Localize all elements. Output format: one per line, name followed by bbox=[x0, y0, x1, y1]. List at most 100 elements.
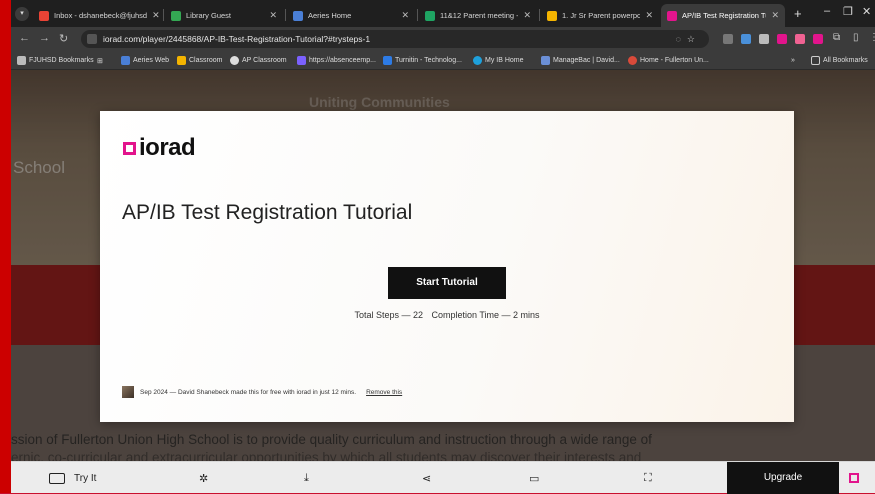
classroom-icon bbox=[177, 56, 186, 65]
credit-text: Sep 2024 — David Shanebeck made this for… bbox=[140, 388, 357, 396]
iorad-icon bbox=[667, 10, 677, 21]
tab-aeries-home[interactable]: Aeries Home ✕ bbox=[287, 4, 415, 27]
tutorial-intro-card: iorad AP/IB Test Registration Tutorial S… bbox=[100, 111, 794, 422]
tutorial-stats: Total Steps — 22 Completion Time — 2 min… bbox=[100, 310, 794, 320]
bookmark-label: AP Classroom bbox=[242, 57, 287, 64]
bookmark-turnitin[interactable]: Turnitin - Technolog... bbox=[383, 54, 462, 67]
close-icon[interactable]: ✕ bbox=[152, 10, 160, 21]
omnibox-actions: ◌☆ bbox=[676, 30, 701, 48]
close-icon[interactable]: ✕ bbox=[771, 10, 779, 21]
ap-icon bbox=[230, 56, 239, 65]
split-icon[interactable]: ▯ bbox=[853, 32, 859, 43]
bookmark-classroom[interactable]: Classroom bbox=[177, 54, 222, 67]
slides-icon bbox=[547, 10, 557, 21]
tab-label: 1. Jr Sr Parent powerpoint bbox=[562, 11, 641, 20]
tab-library-guest[interactable]: Library Guest ✕ bbox=[165, 4, 283, 27]
iorad-logo: iorad bbox=[123, 134, 196, 161]
bookmark-my-ib-home[interactable]: My IB Home bbox=[473, 54, 524, 67]
iorad-logo-text: iorad bbox=[139, 134, 196, 161]
folder-icon bbox=[17, 56, 26, 65]
tab-iorad-active[interactable]: AP/IB Test Registration Tuto ✕ bbox=[661, 4, 785, 27]
download-icon[interactable]: ⤓ bbox=[304, 462, 309, 494]
close-icon[interactable]: ✕ bbox=[401, 10, 409, 21]
comment-icon[interactable]: ▭ bbox=[529, 462, 539, 494]
fullerton-icon bbox=[628, 56, 637, 65]
left-edge bbox=[0, 0, 11, 493]
bookmark-fullerton[interactable]: Home - Fullerton Un... bbox=[628, 54, 709, 67]
back-icon[interactable]: ← bbox=[19, 32, 30, 44]
tab-parent-meeting[interactable]: 11&12 Parent meeting - Goo ✕ bbox=[419, 4, 537, 27]
iorad-logo-square bbox=[123, 141, 136, 155]
bookmark-label: My IB Home bbox=[485, 57, 524, 64]
try-it-label: Try It bbox=[74, 472, 97, 484]
remove-credit-link[interactable]: Remove this bbox=[366, 389, 402, 396]
apps-grid-icon[interactable]: ⊞ bbox=[97, 54, 103, 67]
site-info-icon[interactable] bbox=[87, 34, 97, 44]
completion-time: Completion Time — 2 mins bbox=[431, 310, 540, 320]
forward-icon[interactable]: → bbox=[39, 32, 50, 44]
all-bookmarks[interactable]: All Bookmarks bbox=[811, 54, 868, 67]
bookmark-ap-classroom[interactable]: AP Classroom bbox=[230, 54, 287, 67]
iorad-badge-icon[interactable] bbox=[849, 473, 859, 483]
eye-off-icon[interactable]: ◌ bbox=[676, 34, 687, 44]
restore-icon[interactable]: ❐ bbox=[843, 5, 853, 18]
try-it-button[interactable]: Try It bbox=[49, 462, 96, 494]
extensions-puzzle-icon[interactable]: ⧉ bbox=[833, 32, 840, 43]
tab-strip: ▾ Inbox - dshanebeck@fjuhsd ✕ Library Gu… bbox=[11, 0, 875, 27]
bookmark-aeries-web[interactable]: Aeries Web bbox=[121, 54, 169, 67]
absence-icon bbox=[297, 56, 306, 65]
extension-icon[interactable] bbox=[759, 34, 769, 44]
star-icon[interactable]: ☆ bbox=[687, 34, 701, 44]
close-icon[interactable]: ✕ bbox=[645, 10, 653, 21]
tab-label: AP/IB Test Registration Tuto bbox=[682, 11, 767, 20]
tab-label: 11&12 Parent meeting - Goo bbox=[440, 11, 519, 20]
turnitin-icon bbox=[383, 56, 392, 65]
ib-icon bbox=[473, 56, 482, 65]
player-bottom-bar: Try It ✲ ⤓ ⋖ ▭ ⛶ Upgrade bbox=[11, 461, 875, 494]
bookmark-managebac[interactable]: ManageBac | David... bbox=[541, 54, 620, 67]
extension-icon[interactable] bbox=[795, 34, 805, 44]
tab-label: Aeries Home bbox=[308, 11, 352, 20]
new-tab-button[interactable]: + bbox=[794, 6, 802, 21]
address-bar[interactable]: iorad.com/player/2445868/AP-IB-Test-Regi… bbox=[81, 30, 709, 48]
author-credit: Sep 2024 — David Shanebeck made this for… bbox=[122, 386, 402, 398]
tab-label: Inbox - dshanebeck@fjuhsd bbox=[54, 11, 148, 20]
aeries-icon bbox=[121, 56, 130, 65]
fullscreen-icon[interactable]: ⛶ bbox=[644, 462, 652, 494]
aeries-icon bbox=[293, 10, 303, 21]
tab-inbox[interactable]: Inbox - dshanebeck@fjuhsd ✕ bbox=[33, 4, 161, 27]
extension-icon[interactable] bbox=[777, 34, 787, 44]
bookmark-label: Home - Fullerton Un... bbox=[640, 57, 709, 64]
folder-icon bbox=[811, 56, 820, 65]
bookmark-label: Classroom bbox=[189, 57, 223, 64]
extension-icon[interactable] bbox=[723, 34, 733, 44]
iorad-extension-icon[interactable] bbox=[813, 34, 823, 44]
reload-icon[interactable]: ↻ bbox=[59, 32, 68, 45]
bookmark-fjuhsd[interactable]: FJUHSD Bookmarks bbox=[17, 54, 94, 67]
bookmark-absence[interactable]: https://absenceemp... bbox=[297, 54, 376, 67]
settings-gear-icon[interactable]: ✲ bbox=[199, 462, 208, 494]
tab-divider bbox=[285, 9, 286, 21]
bookmark-label: Aeries Web bbox=[133, 57, 170, 64]
upgrade-button[interactable]: Upgrade bbox=[727, 462, 839, 494]
more-bookmarks-button[interactable]: » bbox=[791, 54, 795, 67]
tab-divider bbox=[163, 9, 164, 21]
start-tutorial-button[interactable]: Start Tutorial bbox=[388, 267, 506, 299]
close-icon[interactable]: ✕ bbox=[269, 10, 277, 21]
total-steps: Total Steps — 22 bbox=[354, 310, 423, 320]
extension-icon[interactable] bbox=[741, 34, 751, 44]
tab-powerpoint[interactable]: 1. Jr Sr Parent powerpoint ✕ bbox=[541, 4, 659, 27]
menu-kebab-icon[interactable]: ⋮ bbox=[869, 32, 875, 43]
close-icon[interactable]: ✕ bbox=[523, 10, 531, 21]
gmail-icon bbox=[39, 10, 49, 21]
share-icon[interactable]: ⋖ bbox=[422, 462, 431, 494]
bookmark-label: FJUHSD Bookmarks bbox=[29, 57, 94, 64]
bookmark-label: ManageBac | David... bbox=[553, 57, 620, 64]
browser-window: ▾ Inbox - dshanebeck@fjuhsd ✕ Library Gu… bbox=[0, 0, 875, 494]
minimize-icon[interactable]: – bbox=[824, 5, 830, 17]
tab-label: Library Guest bbox=[186, 11, 232, 20]
close-window-icon[interactable]: ✕ bbox=[862, 5, 871, 18]
managebac-icon bbox=[541, 56, 550, 65]
avatar bbox=[122, 386, 134, 398]
tab-search-icon[interactable]: ▾ bbox=[15, 7, 29, 21]
